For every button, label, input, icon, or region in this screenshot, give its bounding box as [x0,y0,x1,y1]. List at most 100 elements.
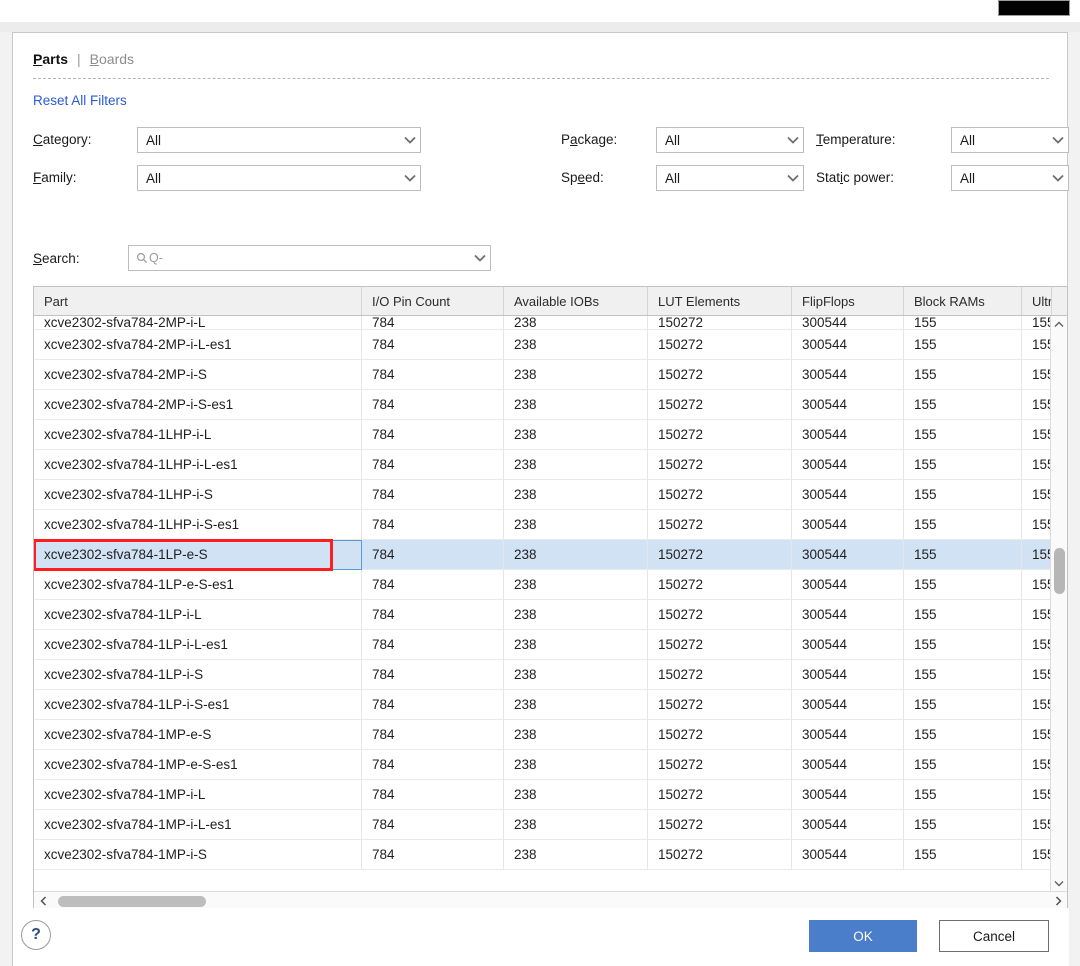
cell-lut_elements: 150272 [648,510,792,539]
cell-block_rams: 155 [904,690,1022,719]
static-power-label-pre: Stat [816,170,841,185]
cell-part: xcve2302-sfva784-1MP-i-S [34,840,362,869]
column-header-block_rams[interactable]: Block RAMs [904,287,1022,315]
cell-io_pin_count: 784 [362,360,504,389]
category-label: Category: [33,132,92,147]
cell-block_rams: 155 [904,480,1022,509]
column-header-flipflops[interactable]: FlipFlops [792,287,904,315]
cell-io_pin_count: 784 [362,840,504,869]
column-header-ultra[interactable]: Ultr [1022,287,1052,315]
scroll-left-button[interactable] [34,892,52,910]
chevron-down-icon [1048,174,1068,182]
help-icon[interactable]: ? [21,920,51,950]
table-row-partial[interactable]: xcve2302-sfva784-2MP-i-L 784 238 150272 3005… [34,316,1050,330]
horizontal-scrollbar[interactable] [34,891,1067,909]
column-header-io_pin_count[interactable]: I/O Pin Count [362,287,504,315]
static-power-select[interactable]: All [951,165,1069,191]
search-input[interactable]: Q- [128,245,491,271]
cell-io_pin_count: 784 [362,510,504,539]
category-mnemonic: C [33,132,43,147]
cell-ultra: 155 [1022,600,1050,629]
ok-button[interactable]: OK [809,920,917,952]
cell-part: xcve2302-sfva784-2MP-i-S-es1 [34,390,362,419]
table-row[interactable]: xcve2302-sfva784-1LHP-i-L-es1 784 238 15027… [34,450,1050,480]
cell-ultra: 155 [1022,390,1050,419]
tab-boards-mnemonic: B [89,51,100,67]
static-power-label-post: c power: [843,170,895,185]
cell-io_pin_count: 784 [362,570,504,599]
table-row[interactable]: xcve2302-sfva784-2MP-i-S-es1 784 238 150272… [34,390,1050,420]
table-row[interactable]: xcve2302-sfva784-1LP-i-L-es1 784 238 150272… [34,630,1050,660]
table-row[interactable]: xcve2302-sfva784-1MP-i-L 784 238 150272 3005… [34,780,1050,810]
filter-row-2: Family: All Speed: All Static power: All [33,165,1069,203]
scroll-down-button[interactable] [1051,875,1067,891]
cell-flipflops: 300544 [792,510,904,539]
horizontal-scroll-thumb[interactable] [58,895,206,907]
table-row[interactable]: xcve2302-sfva784-1MP-e-S 784 238 150272 3005… [34,720,1050,750]
table-row[interactable]: xcve2302-sfva784-2MP-i-L-es1 784 238 150272… [34,330,1050,360]
table-row[interactable]: xcve2302-sfva784-1MP-e-S-es1 784 238 150272… [34,750,1050,780]
table-row[interactable]: xcve2302-sfva784-2MP-i-S 784 238 150272 3005… [34,360,1050,390]
cell-block_rams: 155 [904,316,1022,329]
cell-available_iobs: 238 [504,780,648,809]
cell-block_rams: 155 [904,390,1022,419]
temperature-select[interactable]: All [951,127,1069,153]
cell-part: xcve2302-sfva784-1LHP-i-S [34,480,362,509]
temperature-mnemonic: T [816,132,823,147]
search-mnemonic: S [33,251,43,266]
scroll-up-button[interactable] [1051,316,1067,332]
column-header-part[interactable]: Part [34,287,362,315]
package-label-post: ckage: [577,132,618,147]
cell-block_rams: 155 [904,330,1022,359]
cancel-button[interactable]: Cancel [939,920,1049,952]
table-row[interactable]: xcve2302-sfva784-1LP-i-S-es1 784 238 150272… [34,690,1050,720]
cell-io_pin_count: 784 [362,540,504,569]
cell-ultra: 155 [1022,780,1050,809]
cell-available_iobs: 238 [504,360,648,389]
column-header-available_iobs[interactable]: Available IOBs [504,287,648,315]
table-row[interactable]: xcve2302-sfva784-1LP-e-S-es1 784 238 150272… [34,570,1050,600]
table-row[interactable]: xcve2302-sfva784-1LP-i-S 784 238 150272 3005… [34,660,1050,690]
cell-flipflops: 300544 [792,570,904,599]
filter-panel: Category: All Package: All Temperature: … [33,127,1069,203]
family-select[interactable]: All [137,165,421,191]
column-header-lut_elements[interactable]: LUT Elements [648,287,792,315]
cell-lut_elements: 150272 [648,360,792,389]
cell-lut_elements: 150272 [648,330,792,359]
cell-part: xcve2302-sfva784-1LHP-i-L [34,420,362,449]
cell-ultra: 155 [1022,840,1050,869]
cell-flipflops: 300544 [792,450,904,479]
scroll-right-button[interactable] [1049,892,1067,910]
horizontal-scroll-track[interactable] [52,892,1049,910]
table-row[interactable]: xcve2302-sfva784-1MP-i-L-es1 784 238 150272… [34,810,1050,840]
vertical-scroll-thumb[interactable] [1054,548,1065,594]
cell-block_rams: 155 [904,720,1022,749]
vertical-scrollbar[interactable] [1050,316,1067,891]
cell-ultra: 155 [1022,450,1050,479]
tab-boards[interactable]: Boards [90,51,134,67]
cell-lut_elements: 150272 [648,660,792,689]
table-row[interactable]: xcve2302-sfva784-1LHP-i-S 784 238 150272 300… [34,480,1050,510]
cell-available_iobs: 238 [504,840,648,869]
cell-block_rams: 155 [904,630,1022,659]
cell-available_iobs: 238 [504,420,648,449]
chevron-down-icon[interactable] [470,254,490,262]
cell-lut_elements: 150272 [648,390,792,419]
table-row[interactable]: xcve2302-sfva784-1MP-i-S 784 238 150272 3005… [34,840,1050,870]
category-select[interactable]: All [137,127,421,153]
speed-select[interactable]: All [656,165,804,191]
cell-block_rams: 155 [904,360,1022,389]
cell-io_pin_count: 784 [362,630,504,659]
cell-io_pin_count: 784 [362,420,504,449]
package-select[interactable]: All [656,127,804,153]
speed-value: All [665,170,681,186]
table-row[interactable]: xcve2302-sfva784-1LP-i-L 784 238 150272 3005… [34,600,1050,630]
table-row[interactable]: xcve2302-sfva784-1LHP-i-L 784 238 150272 300… [34,420,1050,450]
table-row[interactable]: xcve2302-sfva784-1LP-e-S 784 238 150272 3005… [34,540,1050,570]
tab-boards-label: oards [99,51,135,67]
table-row[interactable]: xcve2302-sfva784-1LHP-i-S-es1 784 238 15027… [34,510,1050,540]
cell-block_rams: 155 [904,570,1022,599]
reset-all-filters-link[interactable]: Reset All Filters [33,93,127,108]
cell-available_iobs: 238 [504,810,648,839]
tab-parts[interactable]: Parts [33,51,68,67]
